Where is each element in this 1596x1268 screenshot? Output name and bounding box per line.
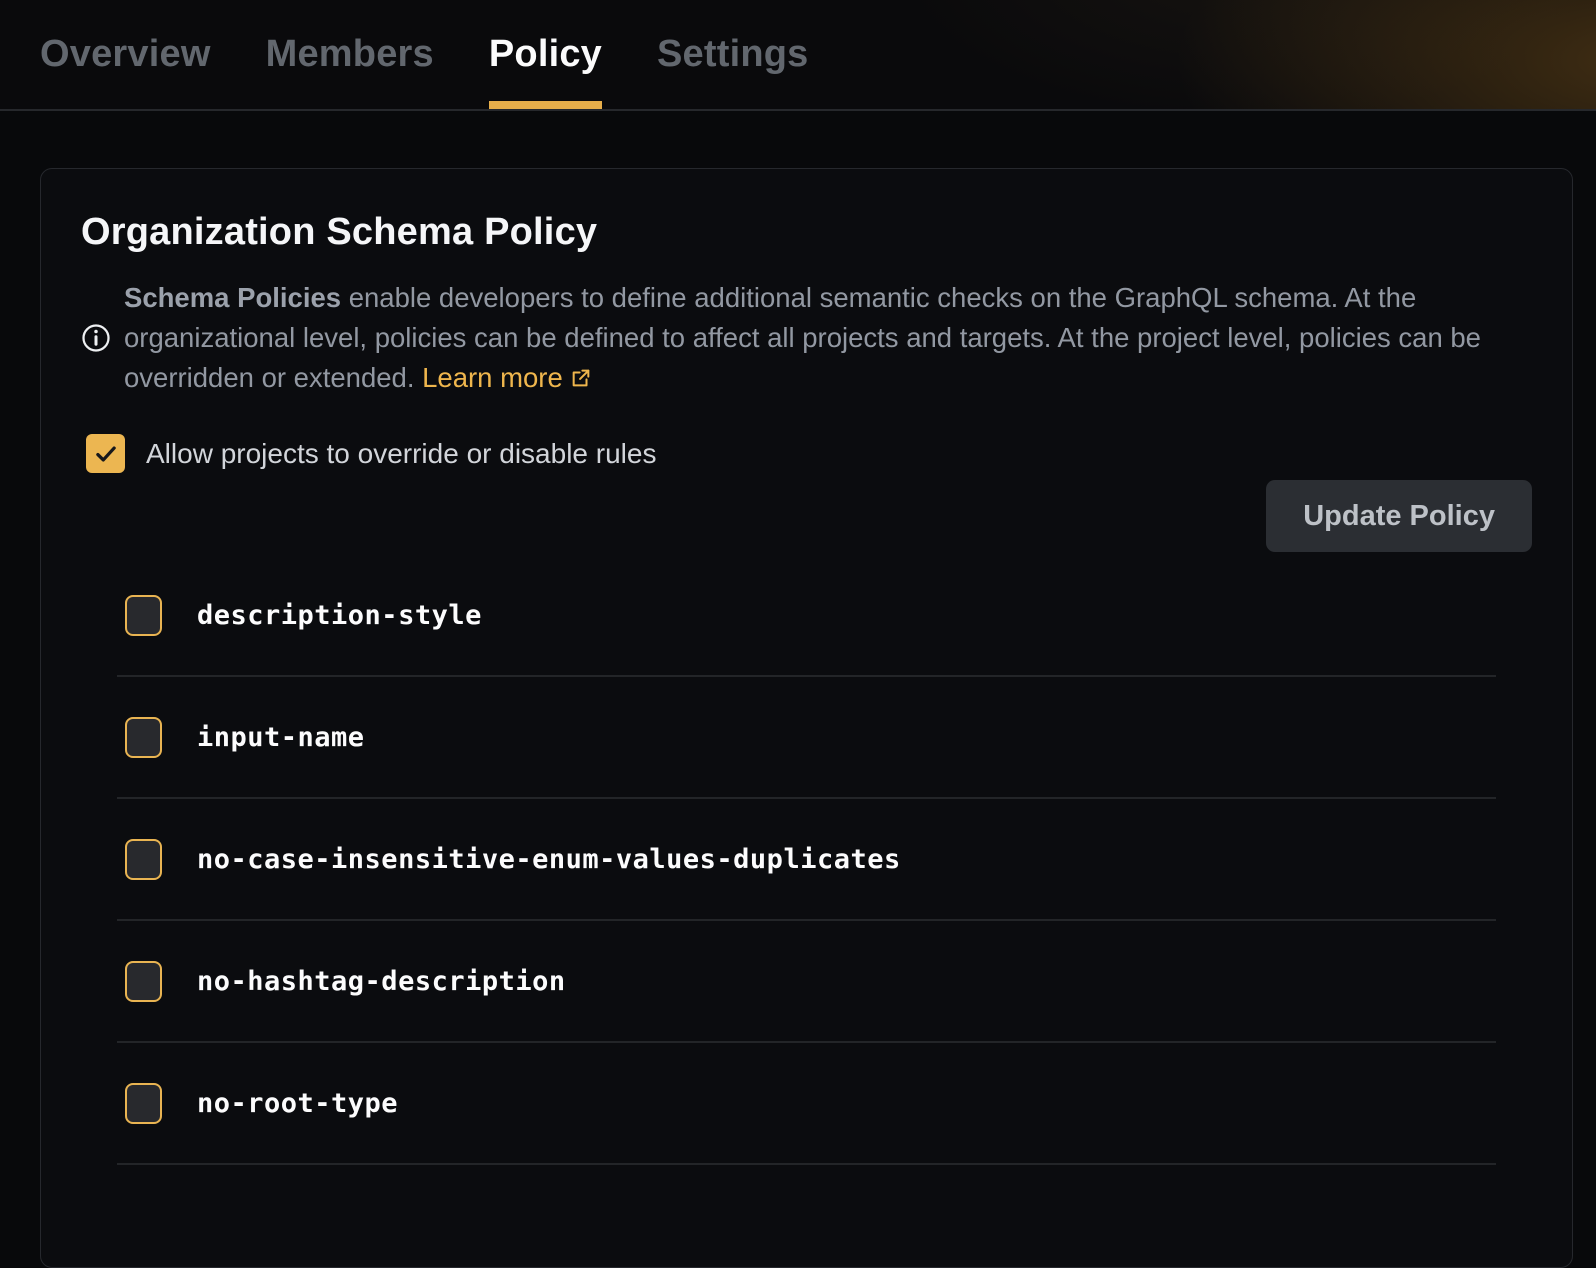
rule-checkbox[interactable] [125, 961, 162, 1002]
learn-more-link[interactable]: Learn more [422, 362, 592, 393]
info-icon [81, 323, 111, 353]
allow-override-checkbox[interactable] [86, 434, 125, 473]
rule-checkbox[interactable] [125, 1083, 162, 1124]
tab-bar: Overview Members Policy Settings [0, 0, 1596, 111]
tab-overview[interactable]: Overview [40, 0, 211, 109]
rule-row: no-root-type [117, 1043, 1496, 1165]
policy-description: Schema Policies enable developers to def… [124, 278, 1496, 398]
rule-checkbox[interactable] [125, 595, 162, 636]
policy-card: Organization Schema Policy Schema Polici… [40, 168, 1573, 1268]
rules-list: description-style input-name no-case-ins… [79, 555, 1534, 1165]
rule-name: description-style [197, 600, 482, 631]
tab-policy[interactable]: Policy [489, 0, 602, 109]
page-title: Organization Schema Policy [81, 211, 1532, 254]
rule-name: input-name [197, 722, 365, 753]
learn-more-label: Learn more [422, 362, 563, 393]
rule-row: input-name [117, 677, 1496, 799]
rule-row: no-hashtag-description [117, 921, 1496, 1043]
tab-members[interactable]: Members [266, 0, 434, 109]
rule-name: no-case-insensitive-enum-values-duplicat… [197, 844, 901, 875]
policy-description-lead: Schema Policies [124, 282, 341, 313]
rule-name: no-hashtag-description [197, 966, 566, 997]
allow-override-label[interactable]: Allow projects to override or disable ru… [146, 438, 656, 470]
rule-checkbox[interactable] [125, 717, 162, 758]
update-policy-button[interactable]: Update Policy [1266, 480, 1532, 552]
allow-override-row: Allow projects to override or disable ru… [86, 434, 1532, 473]
rule-checkbox[interactable] [125, 839, 162, 880]
button-row: Update Policy [81, 480, 1532, 552]
rule-row: description-style [117, 555, 1496, 677]
external-link-icon [570, 360, 592, 382]
info-callout: Schema Policies enable developers to def… [81, 278, 1532, 398]
rule-row: no-case-insensitive-enum-values-duplicat… [117, 799, 1496, 921]
rule-name: no-root-type [197, 1088, 398, 1119]
tab-settings[interactable]: Settings [657, 0, 809, 109]
